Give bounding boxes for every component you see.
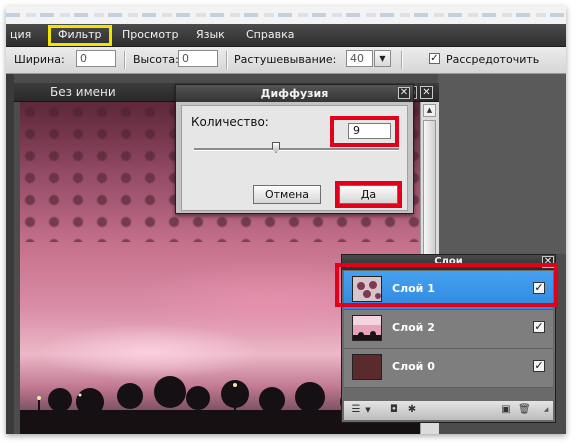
filter-highlight <box>48 25 112 46</box>
layer-row-0[interactable]: Слой 0 ✓ <box>344 349 553 388</box>
feather-label: Растушевывание: <box>234 53 337 66</box>
layer-row-2[interactable]: Слой 2 ✓ <box>344 310 553 349</box>
amount-input[interactable]: 9 <box>348 123 391 139</box>
chevron-down-icon[interactable]: ▼ <box>362 404 374 416</box>
feather-input[interactable]: 40 <box>346 50 373 67</box>
ok-button[interactable]: Да <box>339 185 398 204</box>
width-label: Ширина: <box>14 53 65 66</box>
menu-item-partial[interactable]: ция <box>10 24 31 46</box>
selected-layer-highlight <box>335 263 558 307</box>
layers-footer: ☰ ▼ ◘ ✱ ▣ 🗑 ◢ <box>344 401 553 420</box>
amount-label: Количество: <box>191 115 269 129</box>
width-input[interactable]: 0 <box>76 50 116 67</box>
layer-visibility-checkbox[interactable]: ✓ <box>533 360 545 372</box>
layer-visibility-checkbox[interactable]: ✓ <box>533 321 545 333</box>
diffusion-dialog: Диффузия ✕ Количество: 9 Отмена Да <box>175 84 414 214</box>
document-title: Без имени <box>50 85 116 99</box>
add-mask-icon[interactable]: ◘ <box>388 404 400 416</box>
effects-icon[interactable]: ✱ <box>406 404 418 416</box>
scroll-thumb[interactable] <box>423 120 436 260</box>
new-layer-icon[interactable]: ▣ <box>500 404 512 416</box>
layer-thumbnail <box>352 315 382 341</box>
layer-name: Слой 0 <box>392 360 435 373</box>
height-input[interactable]: 0 <box>178 50 218 67</box>
separator <box>226 51 228 69</box>
left-panel-strip <box>6 74 14 434</box>
dialog-close-icon[interactable]: ✕ <box>398 87 410 99</box>
menu-bar: ция Фильтр Просмотр Язык Справка <box>6 24 566 47</box>
scroll-up-icon[interactable]: ▲ <box>423 104 436 117</box>
layer-options-icon[interactable]: ☰ <box>350 404 362 416</box>
dialog-titlebar[interactable]: Диффузия ✕ <box>176 85 413 102</box>
top-strip <box>6 6 566 24</box>
distribute-label: Рассредоточить <box>446 53 540 66</box>
right-panel-area <box>438 74 566 254</box>
close-icon[interactable]: ✕ <box>420 86 433 99</box>
options-bar: Ширина: 0 Высота: 0 Растушевывание: 40 ▼… <box>6 47 566 74</box>
separator <box>401 51 403 69</box>
menu-item-view[interactable]: Просмотр <box>122 24 178 46</box>
cancel-button[interactable]: Отмена <box>253 185 321 204</box>
menu-item-help[interactable]: Справка <box>246 24 294 46</box>
layer-name: Слой 2 <box>392 321 435 334</box>
resize-grip-icon[interactable]: ◢ <box>540 404 552 416</box>
amount-slider-track[interactable] <box>194 148 399 151</box>
height-label: Высота: <box>133 53 179 66</box>
app-window: ция Фильтр Просмотр Язык Справка Ширина:… <box>6 6 566 434</box>
distribute-checkbox[interactable]: ✓ <box>429 53 440 64</box>
feather-dropdown-icon[interactable]: ▼ <box>374 50 391 67</box>
dialog-title: Диффузия <box>260 87 329 100</box>
trash-icon[interactable]: 🗑 <box>518 404 531 416</box>
separator <box>124 51 126 69</box>
menu-item-language[interactable]: Язык <box>196 24 225 46</box>
layer-thumbnail <box>352 354 382 380</box>
